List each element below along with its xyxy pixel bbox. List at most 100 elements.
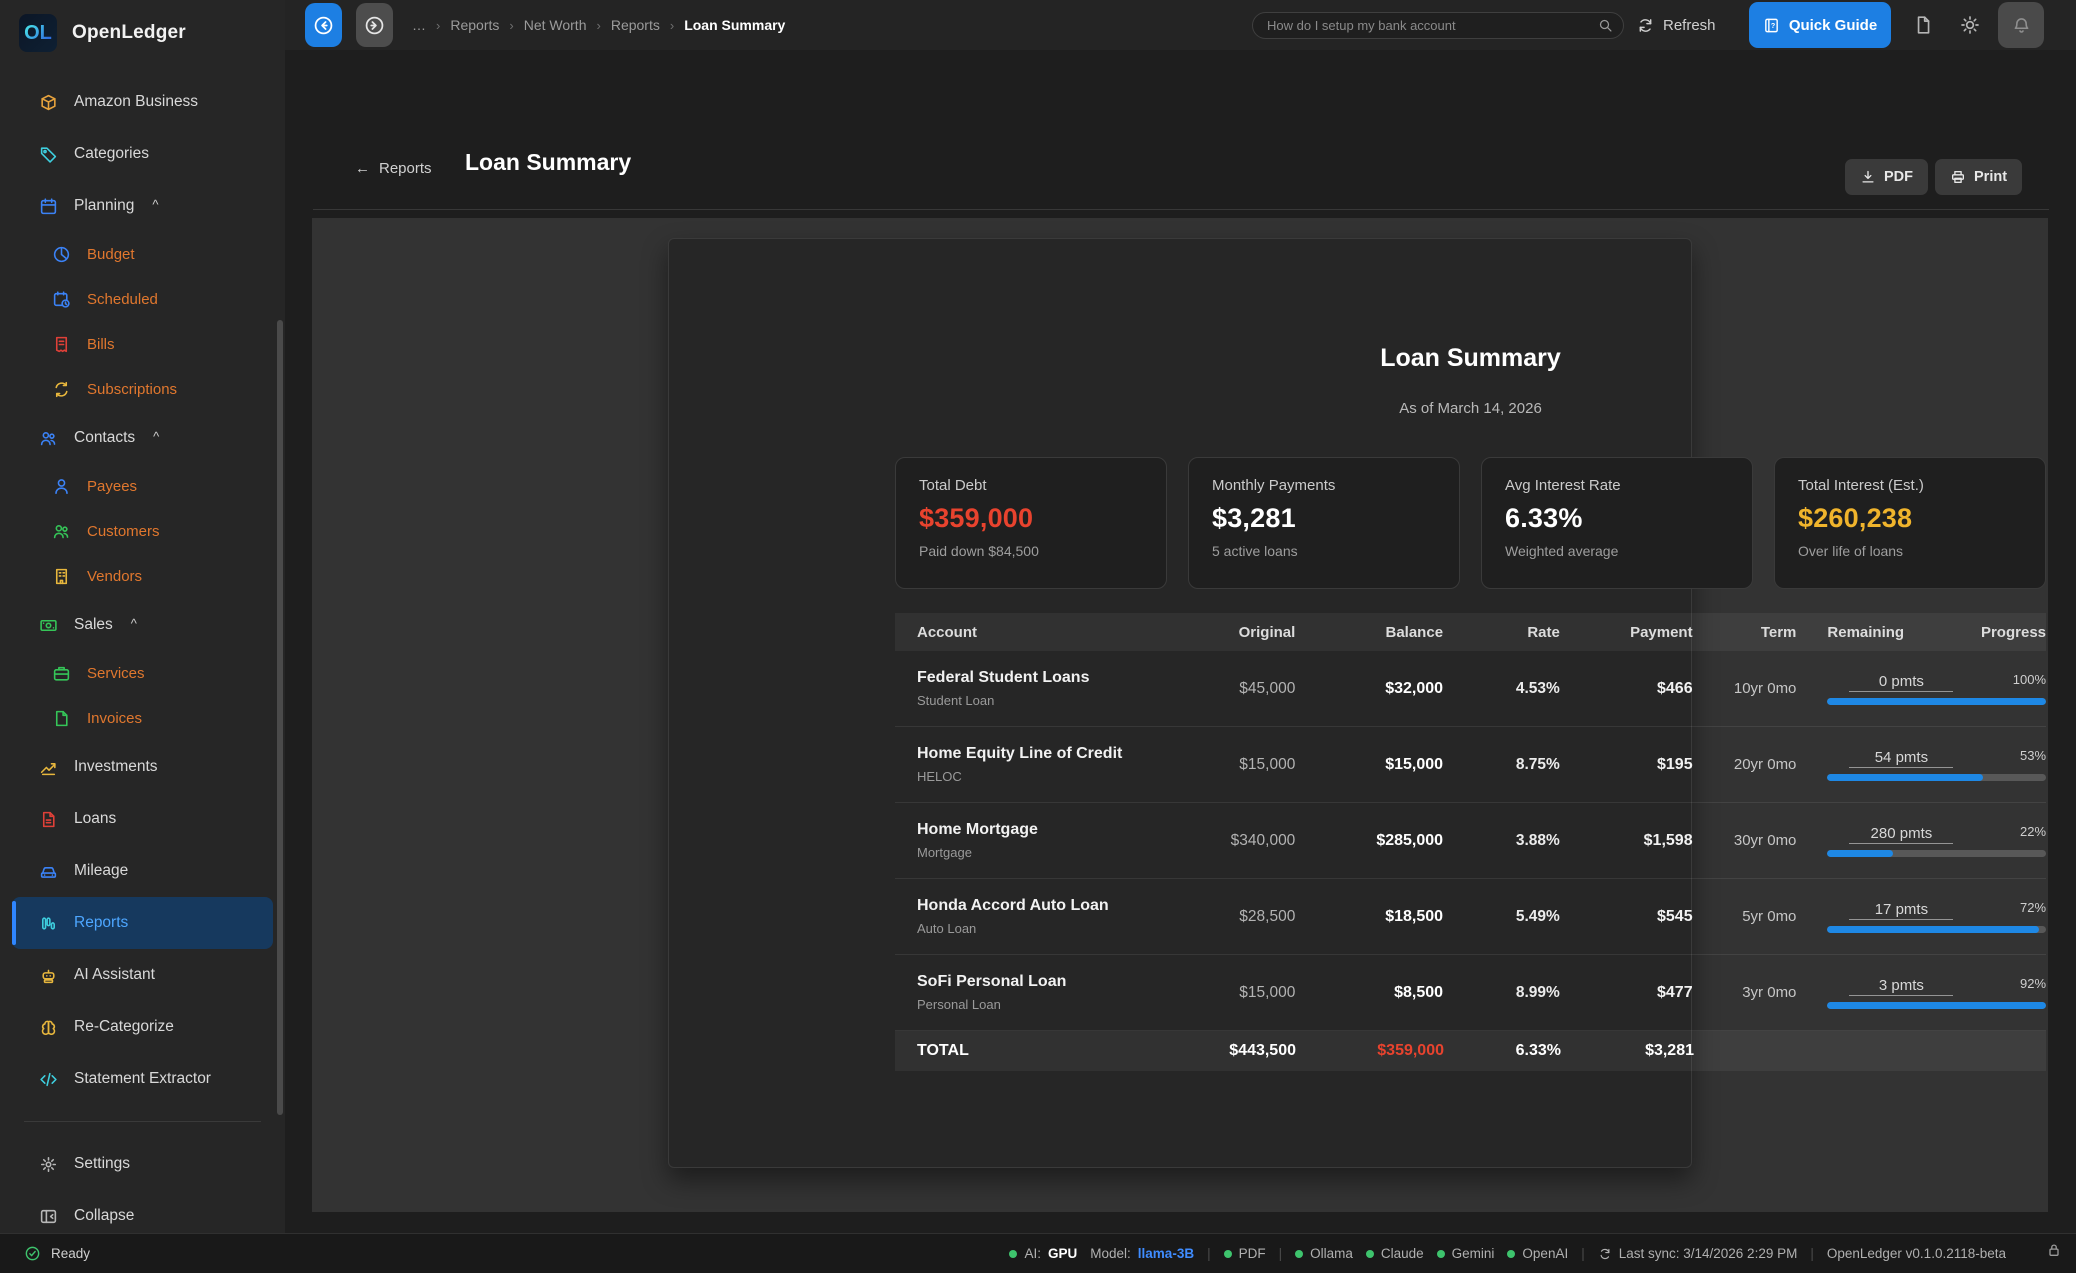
sidebar-item-mileage[interactable]: Mileage <box>12 845 273 897</box>
report-content: Loan Summary As of March 14, 2026 Total … <box>895 238 2046 1071</box>
cell-rate: 3.88% <box>1443 832 1560 850</box>
sidebar-item-ai-assistant[interactable]: AI Assistant <box>12 949 273 1001</box>
sidebar-item-budget[interactable]: Budget <box>12 232 273 277</box>
loan-name: Home Mortgage <box>917 821 1157 839</box>
status-dot-icon <box>1295 1250 1303 1258</box>
stat-subtext: Over life of loans <box>1798 543 2022 559</box>
stat-card-total-interest-est: Total Interest (Est.)$260,238Over life o… <box>1774 457 2046 589</box>
cell-progress: 0 pmts100% <box>1827 673 2046 705</box>
cell-progress: 54 pmts53% <box>1827 749 2046 781</box>
sidebar-scrollbar[interactable] <box>277 320 283 1115</box>
back-to-reports-link[interactable]: ← Reports <box>355 160 432 177</box>
loan-type: Student Loan <box>917 693 1157 708</box>
breadcrumb-item[interactable]: Loan Summary <box>684 17 785 33</box>
loan-type: Auto Loan <box>917 921 1157 936</box>
status-separator: | <box>1581 1246 1585 1261</box>
total-label: TOTAL <box>917 1042 1157 1060</box>
export-pdf-button[interactable]: PDF <box>1845 159 1928 195</box>
sidebar-item-loans[interactable]: Loans <box>12 793 273 845</box>
loan-name: Federal Student Loans <box>917 669 1157 687</box>
doc-icon <box>52 709 71 728</box>
search-box <box>1252 12 1624 39</box>
status-separator: | <box>1207 1246 1211 1261</box>
loan-row-sofi-personal-loan[interactable]: SoFi Personal LoanPersonal Loan$15,000$8… <box>895 955 2046 1031</box>
breadcrumb-item[interactable]: Reports <box>450 17 499 33</box>
stat-subtext: 5 active loans <box>1212 543 1436 559</box>
sidebar-item-label: Subscriptions <box>87 381 177 398</box>
sidebar-item-payees[interactable]: Payees <box>12 464 273 509</box>
notifications-button[interactable] <box>1998 2 2044 48</box>
cell-progress: 280 pmts22% <box>1827 825 2046 857</box>
loan-type: HELOC <box>917 769 1157 784</box>
nav-back-button[interactable] <box>305 3 342 47</box>
cell-original: $15,000 <box>1157 984 1296 1002</box>
sidebar-item-reports[interactable]: Reports <box>12 897 273 949</box>
refresh-button[interactable]: Refresh <box>1637 0 1716 50</box>
theme-sun-icon[interactable] <box>1960 0 1980 50</box>
sidebar-item-label: Mileage <box>74 862 128 880</box>
sidebar-item-subscriptions[interactable]: Subscriptions <box>12 367 273 412</box>
sidebar-item-investments[interactable]: Investments <box>12 741 273 793</box>
sidebar-item-sales[interactable]: Sales^ <box>12 599 273 651</box>
search-input[interactable] <box>1267 18 1598 33</box>
brain-icon <box>39 1018 58 1037</box>
progress-percent: 53% <box>2020 749 2046 762</box>
sidebar-item-services[interactable]: Services <box>12 651 273 696</box>
cell-term: 30yr 0mo <box>1693 832 1797 849</box>
breadcrumb-item[interactable]: Reports <box>611 17 660 33</box>
status-ready: Ready <box>24 1245 90 1262</box>
person-icon <box>52 477 71 496</box>
cell-term: 5yr 0mo <box>1693 908 1797 925</box>
sidebar-item-settings[interactable]: Settings <box>12 1138 273 1190</box>
sidebar-item-bills[interactable]: Bills <box>12 322 273 367</box>
sidebar-item-statement-extractor[interactable]: Statement Extractor <box>12 1053 273 1105</box>
tag-icon <box>39 145 58 164</box>
sidebar-item-scheduled[interactable]: Scheduled <box>12 277 273 322</box>
calendar-clock-icon <box>52 290 71 309</box>
receipt-icon <box>52 335 71 354</box>
status-provider-claude: Claude <box>1366 1246 1424 1261</box>
cell-payment: $477 <box>1560 984 1693 1002</box>
printer-icon <box>1950 169 1966 185</box>
status-version: OpenLedger v0.1.0.2118-beta <box>1827 1246 2006 1261</box>
sidebar-item-planning[interactable]: Planning^ <box>12 180 273 232</box>
nav-forward-button[interactable] <box>356 3 393 47</box>
loan-row-home-equity-line-of-credit[interactable]: Home Equity Line of CreditHELOC$15,000$1… <box>895 727 2046 803</box>
sidebar-item-label: Reports <box>74 914 128 932</box>
header-divider <box>313 209 2049 210</box>
sidebar-item-label: Budget <box>87 246 135 263</box>
page-title: Loan Summary <box>465 149 631 176</box>
sidebar-item-re-categorize[interactable]: Re-Categorize <box>12 1001 273 1053</box>
status-dot-icon <box>1507 1250 1515 1258</box>
breadcrumb-item: … <box>412 17 426 33</box>
sidebar-item-invoices[interactable]: Invoices <box>12 696 273 741</box>
report-as-of-date: As of March 14, 2026 <box>895 400 2046 417</box>
chevron-up-icon: ^ <box>153 429 159 444</box>
sidebar-item-label: Planning <box>74 197 134 215</box>
stat-subtext: Paid down $84,500 <box>919 543 1143 559</box>
sidebar-item-customers[interactable]: Customers <box>12 509 273 554</box>
loan-row-home-mortgage[interactable]: Home MortgageMortgage$340,000$285,0003.8… <box>895 803 2046 879</box>
loan-row-honda-accord-auto-loan[interactable]: Honda Accord Auto LoanAuto Loan$28,500$1… <box>895 879 2046 955</box>
people-icon <box>52 522 71 541</box>
sidebar-item-amazon-business[interactable]: Amazon Business <box>12 76 273 128</box>
sidebar-item-contacts[interactable]: Contacts^ <box>12 412 273 464</box>
breadcrumb-item[interactable]: Net Worth <box>524 17 587 33</box>
loan-row-federal-student-loans[interactable]: Federal Student LoansStudent Loan$45,000… <box>895 651 2046 727</box>
topbar: …›Reports›Net Worth›Reports›Loan Summary… <box>285 0 2076 50</box>
chevron-up-icon: ^ <box>131 616 137 631</box>
collapse-icon <box>39 1207 58 1226</box>
app-logo: OL <box>19 14 57 52</box>
status-model: Model:llama-3B <box>1090 1246 1194 1261</box>
document-icon[interactable] <box>1913 0 1933 50</box>
sidebar-item-vendors[interactable]: Vendors <box>12 554 273 599</box>
loan-name: SoFi Personal Loan <box>917 973 1157 991</box>
sidebar-item-categories[interactable]: Categories <box>12 128 273 180</box>
status-text: Last sync: 3/14/2026 2:29 PM <box>1619 1246 1798 1261</box>
quick-guide-button[interactable]: ? Quick Guide <box>1749 2 1891 48</box>
status-separator: | <box>1279 1246 1283 1261</box>
breadcrumb-separator-icon: › <box>596 18 600 33</box>
refresh-icon <box>1637 17 1654 34</box>
sidebar-item-label: Invoices <box>87 710 142 727</box>
print-button[interactable]: Print <box>1935 159 2022 195</box>
